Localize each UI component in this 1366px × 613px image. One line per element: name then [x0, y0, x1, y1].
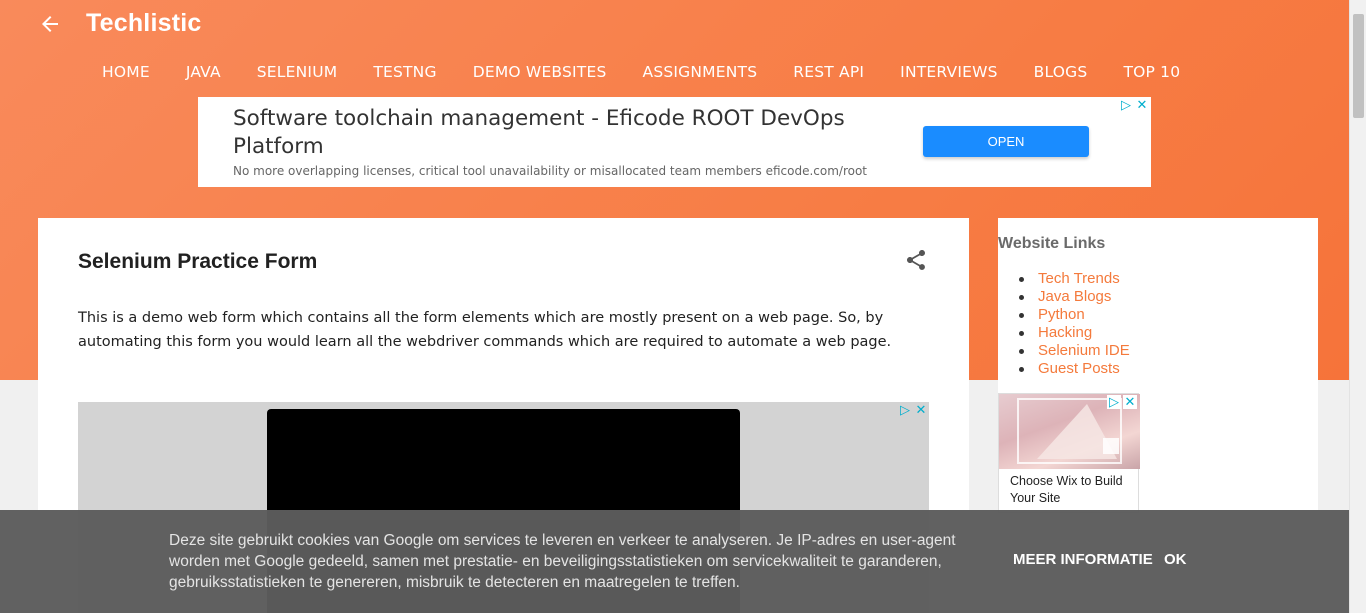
cookie-consent-bar: Deze site gebruikt cookies van Google om…	[0, 510, 1349, 613]
nav-item-testng[interactable]: TESTNG	[355, 63, 454, 81]
top-banner-ad[interactable]: Software toolchain management - Eficode …	[198, 97, 1151, 187]
ad-caption[interactable]: Choose Wix to Build Your Site	[1010, 473, 1138, 507]
cookie-text: Deze site gebruikt cookies van Google om…	[169, 532, 956, 591]
list-item: Hacking	[1019, 324, 1130, 342]
nav-item-top-10[interactable]: TOP 10	[1105, 63, 1198, 81]
ad-title[interactable]: Software toolchain management - Eficode …	[233, 105, 873, 161]
more-info-button[interactable]: MEER INFORMATIE	[1013, 551, 1153, 568]
ad-close-icon[interactable]: ✕	[1135, 98, 1149, 112]
sidebar-heading: Website Links	[998, 235, 1106, 252]
nav-item-home[interactable]: HOME	[84, 63, 168, 81]
nav-item-selenium[interactable]: SELENIUM	[239, 63, 356, 81]
ad-close-icon[interactable]: ✕	[1123, 395, 1137, 409]
sidebar-ad[interactable]: Choose Wix to Build Your Site ▷ ✕	[998, 393, 1140, 513]
list-item: Tech Trends	[1019, 270, 1130, 288]
link-guest-posts[interactable]: Guest Posts	[1038, 360, 1120, 377]
website-links-list: Tech Trends Java Blogs Python Hacking Se…	[1019, 270, 1130, 378]
back-arrow-icon[interactable]	[38, 12, 62, 36]
nav-item-java[interactable]: JAVA	[168, 63, 239, 81]
link-hacking[interactable]: Hacking	[1038, 324, 1092, 341]
nav-item-rest-api[interactable]: REST API	[775, 63, 882, 81]
post-title: Selenium Practice Form	[78, 250, 318, 273]
ad-choices: ▷ ✕	[1119, 98, 1149, 112]
main-nav: HOME JAVA SELENIUM TESTNG DEMO WEBSITES …	[84, 63, 1198, 81]
ad-choices-icon[interactable]: ▷	[898, 403, 912, 417]
site-title[interactable]: Techlistic	[86, 9, 201, 38]
ad-choices-icon[interactable]: ▷	[1107, 395, 1121, 409]
link-python[interactable]: Python	[1038, 306, 1085, 323]
ad-open-button[interactable]: OPEN	[923, 126, 1089, 157]
ok-button[interactable]: OK	[1164, 551, 1187, 568]
share-icon[interactable]	[904, 248, 928, 272]
post-body: This is a demo web form which contains a…	[78, 310, 892, 350]
list-item: Python	[1019, 306, 1130, 324]
nav-item-demo-websites[interactable]: DEMO WEBSITES	[455, 63, 625, 81]
sidebar-ad-choices: ▷ ✕	[1107, 395, 1137, 409]
nav-item-assignments[interactable]: ASSIGNMENTS	[625, 63, 776, 81]
scrollbar-thumb[interactable]	[1353, 14, 1364, 118]
link-java-blogs[interactable]: Java Blogs	[1038, 288, 1111, 305]
nav-item-interviews[interactable]: INTERVIEWS	[882, 63, 1015, 81]
list-item: Guest Posts	[1019, 360, 1130, 378]
list-item: Selenium IDE	[1019, 342, 1130, 360]
link-selenium-ide[interactable]: Selenium IDE	[1038, 342, 1130, 359]
video-ad-choices: ▷ ✕	[898, 403, 928, 417]
ad-close-icon[interactable]: ✕	[914, 403, 928, 417]
link-tech-trends[interactable]: Tech Trends	[1038, 270, 1120, 287]
page-scrollbar[interactable]	[1349, 0, 1366, 613]
ad-subtitle: No more overlapping licenses, critical t…	[233, 164, 868, 178]
ad-choices-icon[interactable]: ▷	[1119, 98, 1133, 112]
list-item: Java Blogs	[1019, 288, 1130, 306]
nav-item-blogs[interactable]: BLOGS	[1016, 63, 1106, 81]
